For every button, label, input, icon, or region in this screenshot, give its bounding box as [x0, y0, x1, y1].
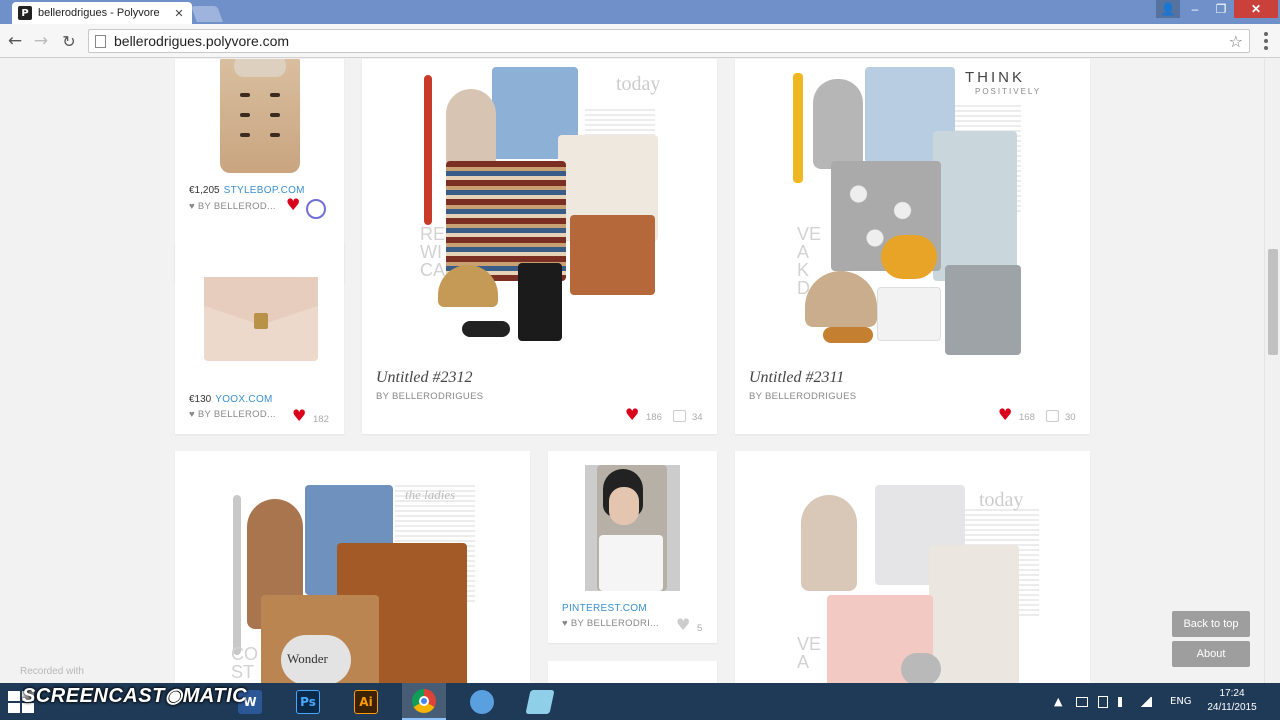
comment-icon[interactable]: [673, 410, 686, 422]
item-card-bag[interactable]: €130 YOOX.COM ♥ BY BELLEROD... ♥ 182: [175, 242, 344, 434]
photoshop-icon: Ps: [296, 689, 320, 714]
pin-source-row: PINTEREST.COM: [562, 603, 647, 614]
language-indicator[interactable]: ENG: [1170, 683, 1192, 720]
user-profile-icon[interactable]: 👤: [1156, 0, 1180, 18]
pin-photo[interactable]: [585, 465, 680, 591]
bookmark-star-icon[interactable]: ☆: [1229, 32, 1243, 51]
page-icon: [95, 34, 106, 48]
back-to-top-button[interactable]: Back to top: [1172, 611, 1250, 637]
taskbar-app-6[interactable]: [518, 683, 562, 720]
item-source-link[interactable]: YOOX.COM: [215, 394, 272, 405]
set-card-2311[interactable]: THINK POSITIVELY VE A K D Untitled #2311…: [735, 59, 1090, 434]
browser-tab[interactable]: P bellerodrigues - Polyvore ✕: [12, 2, 192, 24]
item-price-row: €130 YOOX.COM: [189, 394, 273, 405]
like-heart-outline-icon[interactable]: ♥: [676, 617, 690, 633]
browser-toolbar: ← → ↻ bellerodrigues.polyvore.com ☆: [0, 24, 1280, 58]
set-collage-image[interactable]: today VE A: [793, 485, 1043, 683]
action-center-icon[interactable]: [1076, 696, 1088, 707]
like-count: 5: [697, 623, 703, 634]
set-card-2312[interactable]: today RE WI CA Untitled #2312 BY BELLERO…: [362, 59, 717, 434]
vertical-scrollbar[interactable]: [1264, 59, 1280, 683]
set-card-bottom-left[interactable]: the ladies CO ST Wonder: [175, 451, 530, 683]
collage-overlay-text: THINK: [965, 69, 1025, 86]
pin-card[interactable]: PINTEREST.COM ♥ BY BELLERODRI... ♥ 5: [548, 451, 717, 643]
like-count: 168: [1019, 412, 1035, 423]
app-icon: [470, 689, 494, 714]
mouse-cursor-icon: [306, 199, 326, 219]
watermark-subtext: Recorded with: [20, 666, 84, 677]
taskbar-illustrator[interactable]: Ai: [344, 683, 388, 720]
about-button[interactable]: About: [1172, 641, 1250, 667]
pin-source-link[interactable]: PINTEREST.COM: [562, 603, 647, 614]
screencast-watermark: SCREENCAST◉MATIC: [22, 685, 248, 707]
like-heart-icon[interactable]: ♥: [286, 197, 300, 213]
like-count: 186: [646, 412, 662, 423]
collage-side-text: RE WI CA: [420, 224, 446, 280]
clock-date: 24/11/2015: [1207, 702, 1257, 713]
minimize-button[interactable]: ‒: [1182, 0, 1208, 18]
taskbar-clock[interactable]: 17:24 24/11/2015: [1202, 687, 1262, 715]
collage-side-text: CO ST: [231, 644, 258, 682]
set-collage-image[interactable]: THINK POSITIVELY VE A K D: [785, 65, 1045, 355]
comment-icon[interactable]: [1046, 410, 1059, 422]
taskbar-app-5[interactable]: [460, 683, 504, 720]
scrollbar-thumb[interactable]: [1268, 249, 1278, 355]
like-count: 182: [313, 414, 329, 425]
taskbar-chrome[interactable]: [402, 683, 446, 720]
pin-byline[interactable]: ♥ BY BELLERODRI...: [562, 618, 659, 629]
item-byline[interactable]: ♥ BY BELLEROD...: [189, 201, 276, 212]
new-tab-button[interactable]: [191, 6, 223, 22]
tray-icons[interactable]: [1076, 683, 1166, 720]
volume-icon[interactable]: [1118, 696, 1128, 707]
collage-caption: Wonder: [287, 651, 328, 666]
tab-close-icon[interactable]: ✕: [172, 7, 186, 20]
clock-time: 17:24: [1219, 688, 1245, 699]
chrome-menu-icon[interactable]: [1258, 32, 1274, 50]
set-card-bottom-right[interactable]: today VE A: [735, 451, 1090, 683]
comment-count: 34: [692, 412, 703, 423]
reload-icon[interactable]: ↻: [58, 30, 80, 52]
collage-side-text: VE A: [797, 634, 822, 672]
like-heart-icon[interactable]: ♥: [625, 407, 639, 423]
network-icon[interactable]: [1098, 695, 1108, 708]
collage-overlay-subtext: POSITIVELY: [975, 87, 1042, 96]
like-heart-icon[interactable]: ♥: [998, 407, 1012, 423]
polyvore-favicon-icon: P: [18, 6, 32, 20]
item-price: €130: [189, 394, 212, 405]
comment-count: 30: [1065, 412, 1076, 423]
collage-overlay-text: today: [979, 489, 1024, 511]
address-bar[interactable]: bellerodrigues.polyvore.com ☆: [88, 29, 1250, 53]
tab-title: bellerodrigues - Polyvore: [38, 7, 160, 19]
taskbar-photoshop[interactable]: Ps: [286, 683, 330, 720]
set-byline[interactable]: BY BELLERODRIGUES: [376, 391, 483, 402]
item-byline[interactable]: ♥ BY BELLEROD...: [189, 409, 276, 420]
item-price: €1,205: [189, 185, 220, 196]
set-title[interactable]: Untitled #2311: [749, 369, 844, 387]
set-byline[interactable]: BY BELLERODRIGUES: [749, 391, 856, 402]
browser-titlebar: P bellerodrigues - Polyvore ✕ 👤 ‒ ❐ ✕: [0, 0, 1280, 24]
restore-button[interactable]: ❐: [1208, 0, 1234, 18]
collage-overlay-text: the ladies: [405, 487, 456, 502]
chrome-icon: [412, 688, 436, 713]
close-window-button[interactable]: ✕: [1234, 0, 1278, 18]
forward-arrow-icon[interactable]: →: [30, 30, 52, 52]
coat-image[interactable]: [220, 59, 300, 173]
next-pin-card[interactable]: [548, 661, 717, 683]
page-content: €1,205 STYLEBOP.COM ♥ BY BELLEROD... ♥ €1…: [0, 59, 1264, 683]
set-title[interactable]: Untitled #2312: [376, 369, 472, 387]
illustrator-icon: Ai: [354, 689, 378, 714]
tray-overflow-icon[interactable]: ▲: [1054, 683, 1062, 720]
signal-icon[interactable]: [1140, 696, 1152, 707]
collage-side-text: VE A K D: [797, 224, 822, 298]
app-icon: [525, 689, 555, 714]
url-text[interactable]: bellerodrigues.polyvore.com: [114, 33, 1229, 49]
bag-image[interactable]: [204, 277, 318, 361]
back-arrow-icon[interactable]: ←: [4, 30, 26, 52]
set-collage-image[interactable]: today RE WI CA: [420, 65, 660, 355]
collage-overlay-text: today: [616, 73, 660, 95]
set-collage-image[interactable]: the ladies CO ST Wonder: [229, 485, 479, 683]
like-heart-icon[interactable]: ♥: [292, 408, 306, 424]
